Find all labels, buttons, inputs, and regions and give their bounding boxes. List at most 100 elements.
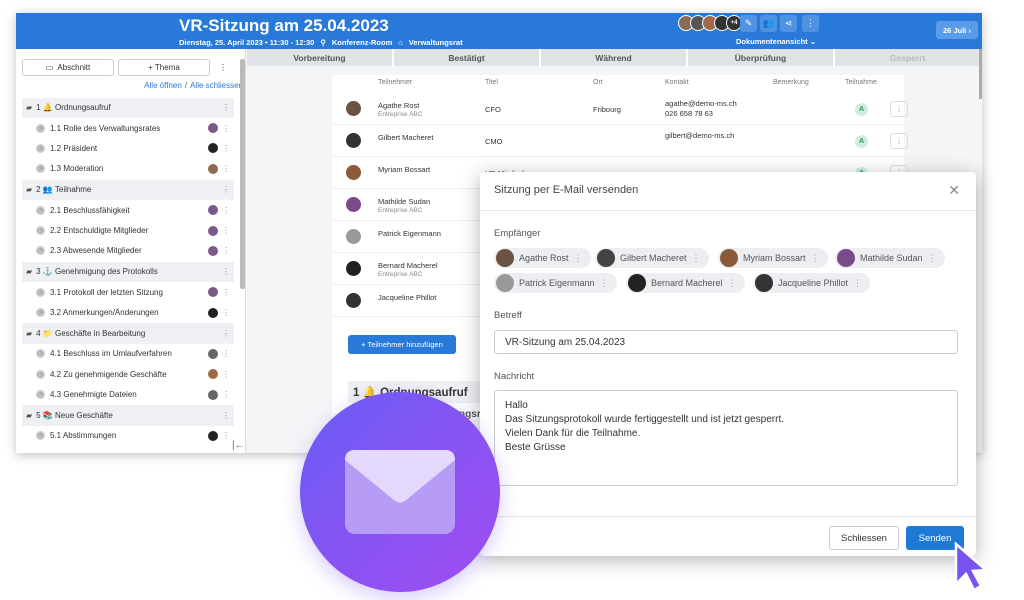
workflow-step[interactable]: Während [541, 49, 688, 66]
sidebar-scrollbar[interactable] [240, 59, 245, 289]
more-icon[interactable]: ⋮ [222, 329, 230, 338]
contact-email[interactable]: gilbert@demo-ms.ch [665, 131, 734, 141]
message-textarea[interactable]: Hallo Das Sitzungsprotokoll wurde fertigg… [494, 390, 958, 486]
recipient-chip[interactable]: Patrick Eigenmann ⋮ [494, 273, 617, 293]
status-icon: ◷ [36, 123, 45, 133]
agenda-section[interactable]: ▰ 2 👥 Teilnahme ⋮ [22, 179, 234, 200]
recipient-chip[interactable]: Agathe Rost ⋮ [494, 248, 591, 268]
chip-menu-icon[interactable]: ⋮ [928, 253, 937, 264]
collapse-sidebar-icon[interactable]: |← [232, 440, 245, 451]
more-icon[interactable]: ⋮ [222, 226, 230, 235]
more-icon[interactable]: ⋮ [222, 144, 230, 153]
row-menu-icon[interactable]: ⋮ [890, 133, 908, 149]
chip-menu-icon[interactable]: ⋮ [574, 253, 583, 264]
more-icon[interactable]: ⋮ [222, 124, 230, 133]
chip-menu-icon[interactable]: ⋮ [728, 278, 737, 289]
contact-email[interactable]: agathe@demo-ms.ch [665, 99, 737, 109]
users-icon[interactable]: 👥 [760, 15, 777, 32]
agenda-item[interactable]: ◷ 4.3 Genehmigte Dateien ⋮ [22, 384, 234, 404]
participant-avatars[interactable]: +4 [678, 15, 742, 31]
status-icon: ◷ [36, 143, 45, 153]
next-date-button[interactable]: 26 Juli › [936, 21, 978, 39]
column-header: Kontakt [665, 79, 689, 86]
workflow-step[interactable]: Vorbereitung [247, 49, 394, 66]
next-date-label: 26 Juli [943, 25, 967, 35]
chip-menu-icon[interactable]: ⋮ [853, 278, 862, 289]
more-icon[interactable]: ⋮ [222, 246, 230, 255]
modal-title: Sitzung per E-Mail versenden [494, 184, 639, 196]
add-participant-button[interactable]: + Teilnehmer hinzufügen [348, 335, 456, 354]
add-section-button[interactable]: ▭ Abschnitt [22, 59, 114, 76]
agenda-item-label: 3.2 Anmerkungen/Änderungen [50, 308, 159, 318]
agenda-item[interactable]: ◷ 2.1 Beschlussfähigkeit ⋮ [22, 200, 234, 220]
close-all-link[interactable]: Alle schliessen [190, 81, 243, 90]
agenda-item[interactable]: ◷ 3.2 Anmerkungen/Änderungen ⋮ [22, 302, 234, 322]
main-scrollbar[interactable] [979, 49, 982, 99]
table-row[interactable]: Gilbert Macheret CMO gilbert@demo-ms.ch A ⋮ [332, 125, 908, 157]
chip-menu-icon[interactable]: ⋮ [600, 278, 609, 289]
attendance-badge[interactable]: A [855, 135, 868, 148]
share-icon[interactable]: ⋖ [780, 15, 797, 32]
chip-menu-icon[interactable]: ⋮ [811, 253, 820, 264]
more-icon[interactable]: ⋮ [222, 370, 230, 379]
more-icon[interactable]: ⋮ [222, 103, 230, 112]
more-icon[interactable]: ⋮ [222, 390, 230, 399]
document-view-dropdown[interactable]: Dokumentenansicht ⌄ [736, 37, 816, 46]
agenda-item[interactable]: ◷ 5.1 Abstimmungen ⋮ [22, 426, 234, 446]
recipient-chip[interactable]: Myriam Bossart ⋮ [718, 248, 828, 268]
edit-icon[interactable]: ✎ [740, 15, 757, 32]
agenda-item[interactable]: ◷ 1.2 Präsident ⋮ [22, 138, 234, 158]
attendance-badge[interactable]: A [855, 103, 868, 116]
agenda-section[interactable]: ▰ 1 🔔 Ordnungsaufruf ⋮ [22, 97, 234, 118]
more-icon[interactable]: ⋮ [222, 206, 230, 215]
recipient-name: Patrick Eigenmann [519, 278, 595, 288]
meeting-date: Dienstag, 25. April 2023 • 11:30 - 12:30 [179, 38, 315, 47]
chip-menu-icon[interactable]: ⋮ [692, 253, 701, 264]
agenda-item[interactable]: ◷ 3.1 Protokoll der letzten Sitzung ⋮ [22, 282, 234, 302]
more-icon[interactable]: ⋮ [222, 164, 230, 173]
folder-icon: ▰ [26, 103, 33, 113]
agenda-item-label: 1.2 Präsident [50, 143, 98, 153]
status-icon: ◷ [36, 287, 45, 297]
folder-icon: ▰ [26, 328, 33, 338]
more-icon[interactable]: ⋮ [222, 308, 230, 317]
agenda-item[interactable]: ◷ 1.1 Rolle des Verwaltungsrates ⋮ [22, 118, 234, 138]
row-menu-icon[interactable]: ⋮ [890, 101, 908, 117]
sidebar-more-icon[interactable]: ⋮ [214, 59, 232, 76]
close-button[interactable]: Schliessen [829, 526, 899, 550]
agenda-item[interactable]: ◷ 1.3 Moderation ⋮ [22, 159, 234, 179]
add-topic-button[interactable]: + Thema [118, 59, 210, 76]
cell-contact: gilbert@demo-ms.ch [665, 131, 734, 141]
agenda-item[interactable]: ◷ 4.1 Beschluss im Umlaufverfahren ⋮ [22, 344, 234, 364]
folder-icon: ▰ [26, 267, 33, 277]
cell-title: CFO [485, 105, 501, 114]
workflow-step[interactable]: Überprüfung [688, 49, 835, 66]
more-icon[interactable]: ⋮ [222, 431, 230, 440]
open-all-link[interactable]: Alle öffnen [144, 81, 182, 90]
recipient-chip[interactable]: Gilbert Macheret ⋮ [595, 248, 709, 268]
table-row[interactable]: Agathe Rost Entreprise ABC CFO Fribourg agat… [332, 93, 908, 125]
recipient-chip[interactable]: Jacqueline Phillot ⋮ [753, 273, 871, 293]
recipient-chip[interactable]: Bernard Macherel ⋮ [626, 273, 745, 293]
agenda-section[interactable]: ▰ 5 📚 Neue Geschäfte ⋮ [22, 405, 234, 426]
agenda-item[interactable]: ◷ 2.2 Entschuldigte Mitglieder ⋮ [22, 220, 234, 240]
agenda-item[interactable]: ◷ 2.3 Abwesende Mitglieder ⋮ [22, 241, 234, 261]
recipient-chip[interactable]: Mathilde Sudan ⋮ [835, 248, 945, 268]
avatar [208, 143, 218, 154]
more-icon[interactable]: ⋮ [222, 185, 230, 194]
agenda-item[interactable]: ◷ 4.2 Zu genehmigende Geschäfte ⋮ [22, 364, 234, 384]
more-icon[interactable]: ⋮ [802, 15, 819, 32]
more-icon[interactable]: ⋮ [222, 411, 230, 420]
agenda-item-label: 3.1 Protokoll der letzten Sitzung [50, 287, 163, 297]
agenda-section[interactable]: ▰ 3 ⚓ Genehmigung des Protokolls ⋮ [22, 261, 234, 283]
more-icon[interactable]: ⋮ [222, 288, 230, 297]
header-bar: VR-Sitzung am 25.04.2023 Dienstag, 25. A… [16, 13, 982, 49]
more-icon[interactable]: ⋮ [222, 267, 230, 276]
avatar [346, 165, 361, 180]
close-icon[interactable]: ✕ [948, 182, 960, 199]
more-icon[interactable]: ⋮ [222, 349, 230, 358]
workflow-step[interactable]: Gesperrt [835, 49, 982, 66]
workflow-step[interactable]: Bestätigt [394, 49, 541, 66]
subject-input[interactable]: VR-Sitzung am 25.04.2023 [494, 330, 958, 354]
agenda-section[interactable]: ▰ 4 📁 Geschäfte in Bearbeitung ⋮ [22, 323, 234, 344]
